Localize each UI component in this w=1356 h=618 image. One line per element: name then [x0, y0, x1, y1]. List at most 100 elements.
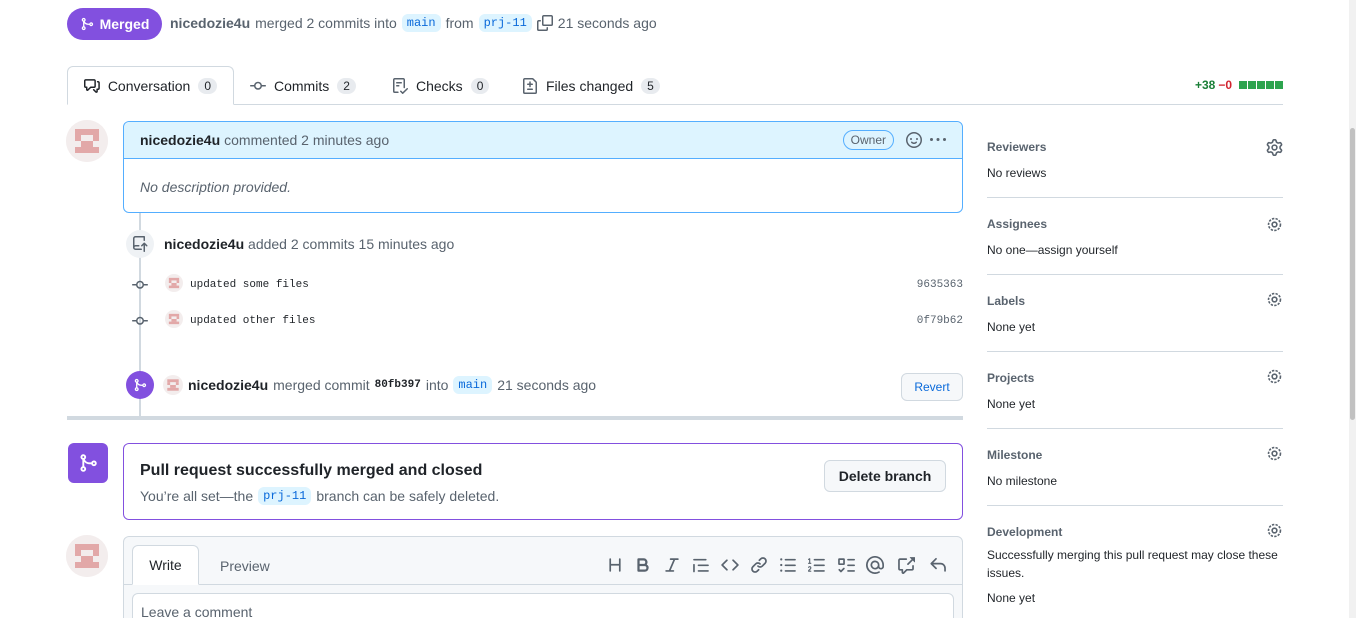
- merge-commit-sha[interactable]: 80fb397: [375, 379, 421, 391]
- sidebar-milestone-title[interactable]: Milestone: [987, 448, 1283, 462]
- diffstat-block: [1266, 81, 1275, 89]
- comment-input-placeholder: Leave a comment: [141, 604, 253, 618]
- cross-reference-icon[interactable]: [897, 556, 915, 574]
- italic-icon[interactable]: [663, 556, 681, 574]
- tab-conversation-label: Conversation: [107, 77, 191, 94]
- gear-icon[interactable]: [1266, 522, 1283, 539]
- sidebar-labels: Labels None yet: [987, 294, 1283, 334]
- tab-commits-label: Commits: [274, 77, 330, 94]
- diffstat-blocks: [1238, 81, 1284, 89]
- avatar[interactable]: [66, 120, 108, 162]
- commit-sha[interactable]: 9635363: [917, 279, 963, 291]
- mention-icon[interactable]: [866, 556, 884, 574]
- comment-composer: Write Preview Leave a comment: [123, 536, 963, 618]
- sidebar-development-value: None yet: [987, 591, 1036, 605]
- merge-event-time[interactable]: 21 seconds ago: [497, 377, 596, 393]
- sidebar-development-title[interactable]: Development: [987, 525, 1283, 539]
- comment-meta[interactable]: commented 2 minutes ago: [224, 132, 389, 148]
- tab-checks-label: Checks: [416, 77, 463, 94]
- list-item[interactable]: updated some files 9635363: [132, 274, 963, 293]
- pr-description-comment: nicedozie4u commented 2 minutes ago Owne…: [123, 121, 963, 213]
- merge-event-branch[interactable]: main: [453, 376, 493, 394]
- link-icon[interactable]: [750, 556, 768, 574]
- diffstat-block: [1248, 81, 1257, 89]
- sidebar-development-desc: Successfully merging this pull request m…: [987, 548, 1278, 580]
- avatar[interactable]: [163, 375, 183, 395]
- gear-icon[interactable]: [1266, 216, 1283, 233]
- git-merge-icon: [80, 454, 97, 472]
- merge-status-box: Pull request successfully merged and clo…: [123, 443, 963, 520]
- tasklist-icon[interactable]: [837, 556, 855, 574]
- commit-message[interactable]: updated other files: [190, 315, 315, 327]
- code-icon[interactable]: [721, 556, 739, 574]
- comment-input[interactable]: Leave a comment: [132, 593, 954, 618]
- gear-icon[interactable]: [1266, 139, 1283, 156]
- merge-summary-text: merged 2 commits into: [255, 15, 397, 31]
- base-branch-label[interactable]: main: [401, 14, 441, 32]
- file-diff-icon: [523, 77, 537, 94]
- tab-commits[interactable]: Commits 2: [234, 66, 372, 105]
- git-merge-icon: [134, 378, 147, 392]
- kebab-horizontal-icon[interactable]: [930, 132, 946, 148]
- pr-author-link[interactable]: nicedozie4u: [170, 15, 250, 31]
- diffstat-additions: +38: [1195, 78, 1216, 92]
- quote-icon[interactable]: [692, 556, 710, 574]
- sidebar-assignees-value[interactable]: No one—assign yourself: [987, 243, 1283, 257]
- list-ordered-icon[interactable]: [808, 556, 826, 574]
- head-branch-label[interactable]: prj-11: [478, 14, 532, 32]
- sidebar-milestone-value: No milestone: [987, 474, 1058, 488]
- sidebar-reviewers-title[interactable]: Reviewers: [987, 140, 1283, 154]
- avatar[interactable]: [66, 535, 108, 577]
- avatar[interactable]: [165, 310, 183, 328]
- avatar[interactable]: [165, 274, 183, 292]
- tab-checks[interactable]: Checks 0: [376, 66, 505, 105]
- gear-icon[interactable]: [1266, 368, 1283, 385]
- tab-preview[interactable]: Preview: [220, 558, 270, 574]
- commit-message[interactable]: updated some files: [190, 279, 309, 291]
- sidebar-projects: Projects None yet: [987, 371, 1283, 411]
- merge-event: nicedozie4u merged commit 80fb397 into m…: [163, 375, 596, 395]
- copy-icon[interactable]: [536, 15, 553, 31]
- sidebar-assignees-title[interactable]: Assignees: [987, 217, 1283, 231]
- sidebar-reviewers: Reviewers No reviews: [987, 140, 1283, 180]
- bold-icon[interactable]: [634, 556, 652, 574]
- sidebar-projects-title[interactable]: Projects: [987, 371, 1283, 385]
- merge-status-suffix: branch can be safely deleted.: [316, 488, 500, 504]
- reply-icon[interactable]: [929, 556, 947, 574]
- heading-icon[interactable]: [606, 556, 624, 574]
- tab-files-changed[interactable]: Files changed 5: [506, 66, 676, 105]
- smiley-icon[interactable]: [906, 132, 922, 148]
- conversation-icon: [84, 78, 100, 93]
- scrollbar-thumb[interactable]: [1350, 128, 1355, 420]
- tab-write[interactable]: Write: [132, 545, 199, 585]
- sidebar-divider: [987, 351, 1283, 352]
- diffstat-deletions: −0: [1218, 78, 1233, 92]
- sidebar-labels-value: None yet: [987, 320, 1036, 334]
- revert-button[interactable]: Revert: [901, 373, 963, 401]
- commit-icon: [132, 316, 148, 325]
- commits-event-author[interactable]: nicedozie4u: [164, 236, 244, 252]
- tab-commits-count: 2: [337, 77, 356, 94]
- commit-sha[interactable]: 0f79b62: [917, 315, 963, 327]
- gear-icon[interactable]: [1266, 291, 1283, 308]
- merge-status-branch[interactable]: prj-11: [258, 487, 312, 505]
- merge-event-author[interactable]: nicedozie4u: [188, 377, 268, 393]
- commit-icon: [132, 280, 148, 289]
- diffstat-block: [1275, 81, 1284, 89]
- composer-tab-divider: [124, 584, 962, 585]
- identicon-avatar: [66, 535, 108, 577]
- list-item[interactable]: updated other files 0f79b62: [132, 310, 963, 329]
- merged-state-label: Merged: [99, 16, 150, 32]
- sidebar-labels-title[interactable]: Labels: [987, 294, 1283, 308]
- merge-event-into: into: [425, 377, 449, 393]
- tab-conversation[interactable]: Conversation 0: [67, 66, 234, 105]
- delete-branch-button[interactable]: Delete branch: [824, 460, 946, 492]
- sidebar-milestone: Milestone No milestone: [987, 448, 1283, 488]
- gear-icon[interactable]: [1266, 445, 1283, 462]
- diffstat[interactable]: +38 −0: [1195, 78, 1284, 92]
- list-unordered-icon[interactable]: [779, 556, 797, 574]
- commits-event-text: added 2 commits 15 minutes ago: [248, 236, 455, 252]
- pr-merge-summary: nicedozie4u merged 2 commits into main f…: [170, 14, 657, 32]
- comment-author[interactable]: nicedozie4u: [140, 132, 220, 148]
- git-merge-icon: [81, 17, 93, 31]
